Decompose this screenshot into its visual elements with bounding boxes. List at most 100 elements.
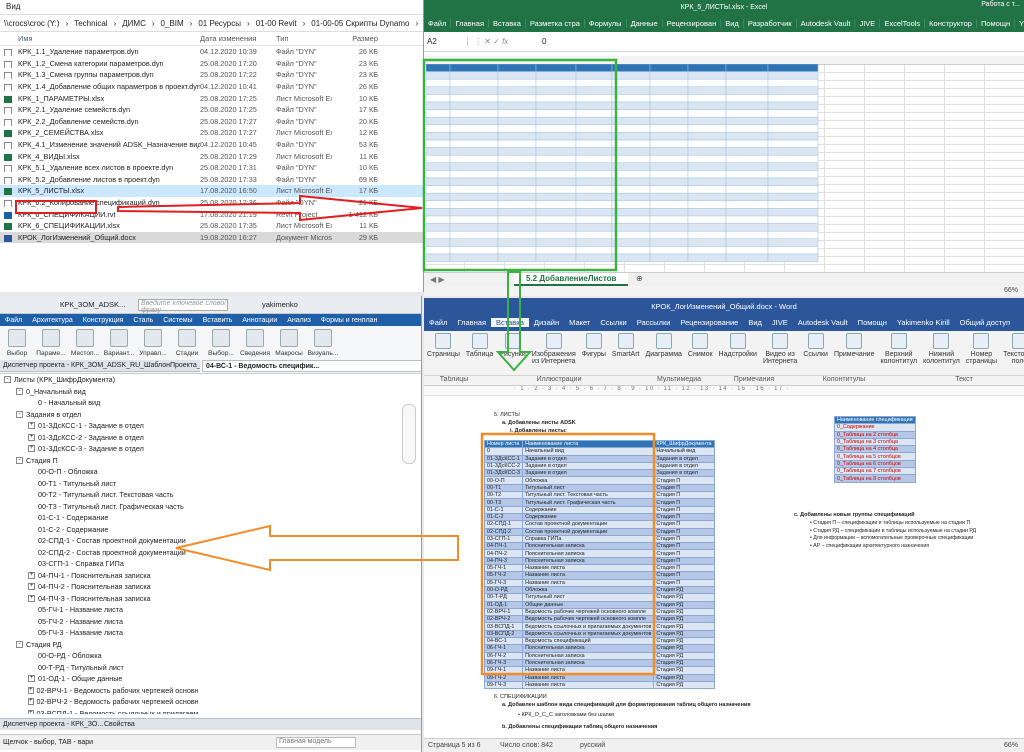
excel-tab[interactable]: Главная xyxy=(451,18,489,28)
tree-node[interactable]: +04-ПЧ-3 - Пояснительная записка xyxy=(0,593,198,605)
browser-tab[interactable]: Диспетчер проекта - КРК_ЗО... xyxy=(3,721,103,728)
file-name[interactable]: КРК_1.4_Добавление общих параметров в пр… xyxy=(0,82,200,92)
tree-node[interactable]: +02-ВРЧ-1 - Ведомость рабочих чертежей о… xyxy=(0,685,198,697)
expand-icon[interactable]: + xyxy=(28,686,34,694)
tree-node[interactable]: 05-ГЧ-3 - Название листа xyxy=(0,627,198,639)
collapse-icon[interactable]: - xyxy=(16,640,23,648)
ruler[interactable]: · 1 · 2 · 3 · 4 · 5 · 6 · 7 · 8 · 9 · 10… xyxy=(424,386,1024,396)
status-lang[interactable]: русский xyxy=(580,742,605,749)
revit-ribbon-button[interactable]: Выбор xyxy=(0,329,34,357)
excel-zoom[interactable]: 66% xyxy=(1004,287,1018,294)
model-select[interactable]: Главная модель xyxy=(276,737,356,748)
word-ribbon-button[interactable]: Фигуры xyxy=(579,333,609,358)
tree-node[interactable]: +01-ОД-1 - Общие данные xyxy=(0,673,198,685)
word-ribbon-button[interactable]: Диаграмма xyxy=(643,333,685,358)
file-row[interactable]: КРК_1.4_Добавление общих параметров в пр… xyxy=(0,81,423,93)
revit-tab[interactable]: Системы xyxy=(158,317,197,324)
word-ribbon-button[interactable]: Примечание xyxy=(831,333,878,358)
column-size[interactable]: Размер xyxy=(332,34,382,43)
word-ribbon-button[interactable]: SmartArt xyxy=(609,333,643,358)
revit-ribbon-button[interactable]: Вариант... xyxy=(102,329,136,357)
tree-node[interactable]: +02-ВРЧ-2 - Ведомость рабочих чертежей о… xyxy=(0,696,198,708)
word-tab[interactable]: Вид xyxy=(743,318,767,327)
revit-tab[interactable]: Формы и генплан xyxy=(316,317,383,324)
address-segment[interactable]: 01-00-05 Скрипты Dynamo xyxy=(311,19,409,28)
excel-tab[interactable]: Рецензирован xyxy=(663,18,722,28)
tree-node[interactable]: 01-С-1 - Содержание xyxy=(0,512,198,524)
file-name[interactable]: КРК_6.2_Копирование спецификаций.dyn xyxy=(0,198,200,208)
tree-node[interactable]: 01-С-2 - Содержание xyxy=(0,524,198,536)
drawing-area[interactable] xyxy=(198,374,421,714)
word-user[interactable]: Yakimenko Kirill xyxy=(892,318,955,327)
revit-tab[interactable]: Архитектура xyxy=(27,317,78,324)
revit-tab[interactable]: Анализ xyxy=(282,317,316,324)
tree-node[interactable]: 0 - Начальный вид xyxy=(0,397,198,409)
word-tab[interactable]: Главная xyxy=(452,318,491,327)
tree-node[interactable]: +04-ПЧ-2 - Пояснительная записка xyxy=(0,581,198,593)
word-ribbon-button[interactable]: Текстовое поле xyxy=(1000,333,1024,365)
file-name[interactable]: КРК_5.2_Добавление листов в проект.dyn xyxy=(0,175,200,184)
expand-icon[interactable]: + xyxy=(28,583,35,591)
file-row[interactable]: КРК_5.2_Добавление листов в проект.dyn 25… xyxy=(0,174,423,186)
file-row[interactable]: КРК_5_ЛИСТЫ.xlsx 17.08.2020 16:50 Лист Mic… xyxy=(0,185,423,197)
revit-ribbon-button[interactable]: Стадии xyxy=(170,329,204,357)
excel-help[interactable]: Помощн xyxy=(977,18,1016,28)
revit-ribbon-button[interactable]: Управл... xyxy=(136,329,170,357)
tree-node[interactable]: 05-ГЧ-1 - Название листа xyxy=(0,604,198,616)
word-ribbon-button[interactable]: Таблица xyxy=(463,333,496,358)
file-row[interactable]: КРК_1.1_Удаление параметров.dyn 04.12.202… xyxy=(0,46,423,58)
file-row[interactable]: КРК_4.1_Изменение значений ADSK_Назначен… xyxy=(0,139,423,151)
expand-icon[interactable]: + xyxy=(28,709,34,714)
file-row[interactable]: КРОК_ЛогИзменений_Общий.docx 19.08.2020 1… xyxy=(0,231,423,244)
tree-node[interactable]: 00-Т-РД - Титульный лист xyxy=(0,662,198,674)
formula-icons[interactable]: ⋮ ✕ ✓ fx xyxy=(468,37,538,46)
tree-node[interactable]: +04-ПЧ-1 - Пояснительная записка xyxy=(0,570,198,582)
file-name[interactable]: КРК_1.1_Удаление параметров.dyn xyxy=(0,47,200,57)
tree-node[interactable]: +01-ЗДсКСС-1 - Задание в отдел xyxy=(0,420,198,432)
expand-icon[interactable]: + xyxy=(28,433,35,441)
file-name[interactable]: КРК_2_СЕМЕЙСТВА.xlsx xyxy=(0,128,200,138)
excel-tab[interactable]: Конструктор xyxy=(925,18,977,28)
file-row[interactable]: КРК_1_ПАРАМЕТРЫ.xlsx 25.08.2020 17:25 Лист… xyxy=(0,92,423,104)
tree-node[interactable]: +01-ЗДсКСС-2 - Задание в отдел xyxy=(0,432,198,444)
document-page[interactable]: 5. ЛИСТЫ a. Добавлены листы ADSK i. Доба… xyxy=(424,406,1024,738)
collapse-icon[interactable]: - xyxy=(16,410,23,418)
tree-node[interactable]: 00-Т3 - Титульный лист. Графическая част… xyxy=(0,501,198,513)
excel-user[interactable]: Yakimenk... xyxy=(1015,19,1024,28)
word-help[interactable]: Помощн xyxy=(853,318,892,327)
excel-tab[interactable]: Разметка стра xyxy=(526,18,585,28)
revit-ribbon-button[interactable]: Сведения xyxy=(238,329,272,357)
tree-node[interactable]: - Листы (КРК_ШифрДокумента) xyxy=(0,374,198,386)
excel-tab[interactable]: Разработчик xyxy=(744,18,797,28)
expand-icon[interactable]: + xyxy=(28,675,35,683)
file-row[interactable]: КРК_4_ВИДЫ.xlsx 25.08.2020 17:29 Лист Micr… xyxy=(0,150,423,162)
address-segment[interactable]: Technical xyxy=(74,19,107,28)
column-name[interactable]: Имя xyxy=(0,34,200,43)
word-tab[interactable]: Вставка xyxy=(491,318,529,327)
word-ribbon-button[interactable]: Надстройки xyxy=(716,333,760,358)
revit-tab[interactable]: Сталь xyxy=(128,317,158,324)
address-segment[interactable]: ДИМС xyxy=(122,19,146,28)
file-name[interactable]: КРК_5.1_Удаление всех листов в проекте.d… xyxy=(0,163,200,173)
file-name[interactable]: КРК_4.1_Изменение значений ADSK_Назначен… xyxy=(0,140,200,150)
formula-input[interactable]: 0 xyxy=(538,37,546,46)
file-name[interactable]: КРК_2.2_Добавление семейств.dyn xyxy=(0,117,200,126)
file-row[interactable]: КРК_2.2_Добавление семейств.dyn 25.08.202… xyxy=(0,116,423,128)
word-ribbon-button[interactable]: Страницы xyxy=(424,333,463,358)
revit-ribbon-button[interactable]: Макросы xyxy=(272,329,306,357)
excel-sheet-table[interactable] xyxy=(426,64,846,272)
word-ribbon-button[interactable]: Номер страницы xyxy=(963,333,1000,365)
tree-node[interactable]: +01-ЗДсКСС-3 - Задание в отдел xyxy=(0,443,198,455)
tree-node[interactable]: - Стадия РД xyxy=(0,639,198,651)
expand-icon[interactable]: + xyxy=(28,445,35,453)
tree-node[interactable]: 00-Т1 - Титульный лист xyxy=(0,478,198,490)
column-date[interactable]: Дата изменения xyxy=(200,34,276,43)
file-row[interactable]: КРК_2_СЕМЕЙСТВА.xlsx 25.08.2020 17:27 Лист… xyxy=(0,127,423,139)
tree-node[interactable]: - Задания в отдел xyxy=(0,409,198,421)
tree-node[interactable]: 00-О-П - Обложка xyxy=(0,466,198,478)
tree-node[interactable]: +03-ВСПД-1 - Ведомость ссылочных и прила… xyxy=(0,708,198,714)
collapse-icon[interactable]: - xyxy=(16,456,23,464)
collapse-icon[interactable]: - xyxy=(16,387,23,395)
excel-tab[interactable]: JIVE xyxy=(855,18,881,28)
tree-node[interactable]: 00-Т2 - Титульный лист. Текстовая часть xyxy=(0,489,198,501)
